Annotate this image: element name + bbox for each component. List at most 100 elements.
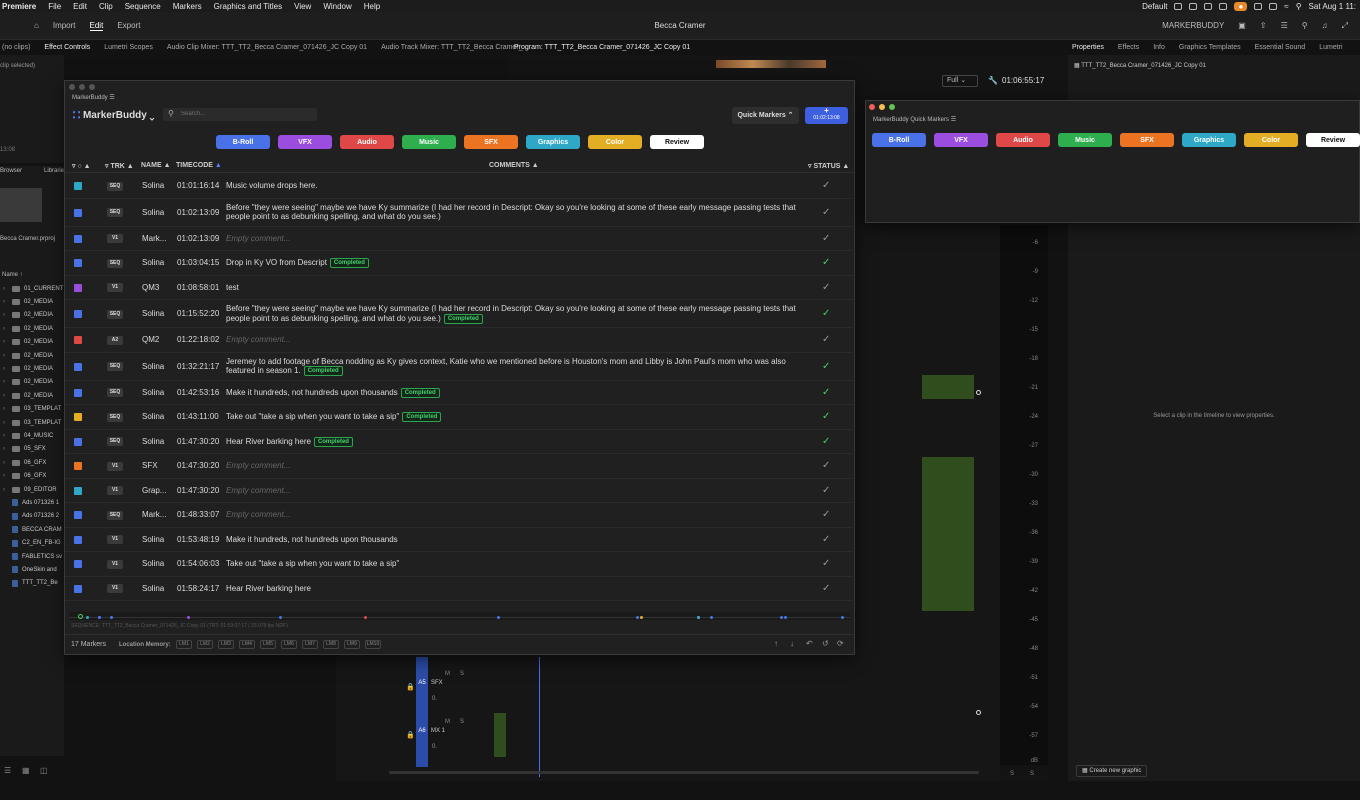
tray-icon[interactable] <box>1269 2 1278 10</box>
chevron-right-icon[interactable]: › <box>0 353 8 359</box>
history-icon[interactable]: ↺ <box>822 639 829 648</box>
marker-comment[interactable]: Before "they were seeing" maybe we have … <box>226 203 796 222</box>
audio-clip[interactable] <box>922 375 974 399</box>
list-item[interactable]: › 02_MEDIA <box>0 362 64 375</box>
marker-color-swatch[interactable] <box>74 283 82 292</box>
list-item[interactable]: › 02_MEDIA <box>0 376 64 389</box>
add-marker-button[interactable]: + 01:02:13:08 <box>805 107 848 124</box>
tab-lumetri-scopes[interactable]: Lumetri Scopes <box>104 44 153 51</box>
marker-comment[interactable]: Empty comment... <box>226 510 796 520</box>
edit-tab[interactable]: Edit <box>89 21 104 31</box>
tab-essential-sound[interactable]: Essential Sound <box>1255 44 1306 51</box>
track-a6-solo[interactable]: S <box>460 719 464 725</box>
location-memory-slot[interactable]: LM2 <box>197 640 213 649</box>
meter-solo-right[interactable]: S <box>1030 771 1034 777</box>
track-a6-volume[interactable]: 0. <box>432 744 437 750</box>
check-icon[interactable]: ✓ <box>822 509 830 520</box>
marker-color-swatch[interactable] <box>74 462 82 471</box>
create-new-graphic-button[interactable]: ▦ Create new graphic <box>1076 765 1148 777</box>
check-icon[interactable]: ✓ <box>822 387 830 398</box>
zoom-icon[interactable] <box>889 104 895 110</box>
chevron-right-icon[interactable]: › <box>0 379 8 385</box>
chevron-right-icon[interactable]: › <box>0 312 8 318</box>
list-item[interactable]: › 06_GFX <box>0 456 64 469</box>
tab-browser[interactable]: Browser <box>0 168 22 174</box>
chevron-right-icon[interactable]: › <box>0 286 8 292</box>
tag-button-color[interactable]: Color <box>1244 133 1298 147</box>
color-filter-icon[interactable]: ▿ ○ ▲ <box>72 162 91 170</box>
marker-timecode[interactable]: 01:15:52:20 <box>177 309 219 318</box>
strip-marker-dot[interactable] <box>783 616 787 619</box>
menu-view[interactable]: View <box>294 2 311 11</box>
meter-solo-left[interactable]: S <box>1010 771 1014 777</box>
tag-button-broll[interactable]: B-Roll <box>872 133 926 147</box>
check-icon[interactable]: ✓ <box>822 257 830 268</box>
table-row[interactable]: V1 Grap... 01:47:30:20 Empty comment... ✓ <box>65 479 853 503</box>
location-memory-slot[interactable]: LM6 <box>281 640 297 649</box>
location-memory-slot[interactable]: LM3 <box>218 640 234 649</box>
tag-button-vfx[interactable]: VFX <box>278 135 332 149</box>
track-a5-solo[interactable]: S <box>460 671 464 677</box>
tab-program[interactable]: Program: TTT_TT2_Becca Cramer_071426_JC … <box>514 44 690 51</box>
strip-marker-dot[interactable] <box>363 616 367 619</box>
marker-timecode[interactable]: 01:32:21:17 <box>177 362 219 371</box>
list-item[interactable]: BECCA CRAM <box>0 523 64 536</box>
list-item[interactable]: Ads 071326 1 <box>0 496 64 509</box>
marker-color-swatch[interactable] <box>74 560 82 569</box>
list-item[interactable]: › 02_MEDIA <box>0 309 64 322</box>
list-item[interactable]: › 02_MEDIA <box>0 389 64 402</box>
marker-name[interactable]: Mark... <box>142 234 172 243</box>
check-icon[interactable]: ✓ <box>822 534 830 545</box>
tab-audio-track-mixer[interactable]: Audio Track Mixer: TTT_TT2_Becca Cramer_ <box>381 44 522 51</box>
arrow-down-icon[interactable]: ↓ <box>790 639 794 648</box>
tray-icon[interactable] <box>1219 2 1228 10</box>
menu-clip[interactable]: Clip <box>99 2 113 11</box>
column-trk[interactable]: ▿ TRK ▲ <box>105 162 134 170</box>
list-item[interactable]: › 04_MUSIC <box>0 429 64 442</box>
tab-properties[interactable]: Properties <box>1072 44 1104 51</box>
marker-name[interactable]: Solina <box>142 584 172 593</box>
menu-sequence[interactable]: Sequence <box>125 2 161 11</box>
wifi-icon[interactable]: ≈ <box>1284 2 1288 11</box>
marker-timeline-strip[interactable] <box>69 612 850 620</box>
marker-name[interactable]: Solina <box>142 208 172 217</box>
app-menu[interactable]: Premiere <box>2 2 36 11</box>
wrench-icon[interactable]: 🔧 <box>988 76 998 85</box>
tab-effect-controls[interactable]: Effect Controls <box>44 44 90 51</box>
list-item[interactable]: › 02_MEDIA <box>0 322 64 335</box>
list-item[interactable]: Ads 071326 2 <box>0 510 64 523</box>
check-icon[interactable]: ✓ <box>822 233 830 244</box>
track-a5-id[interactable]: A5 <box>416 680 428 686</box>
markerbuddy-logo[interactable]: ⛚ MarkerBuddy ⌄ <box>73 110 154 121</box>
menu-help[interactable]: Help <box>364 2 380 11</box>
marker-name[interactable]: Mark... <box>142 510 172 519</box>
marker-timecode[interactable]: 01:08:58:01 <box>177 283 219 292</box>
menu-icon[interactable]: ☰ <box>1281 21 1288 30</box>
table-row[interactable]: SEQ Mark... 01:48:33:07 Empty comment... ✓ <box>65 503 853 528</box>
track-a6-mute[interactable]: M <box>445 719 450 725</box>
table-row[interactable]: V1 Mark... 01:02:13:09 Empty comment... ✓ <box>65 227 853 251</box>
table-row[interactable]: V1 Solina 01:58:24:17 Hear River barking he… <box>65 577 853 601</box>
table-row[interactable]: SEQ Solina 01:15:52:20 Before "they were se… <box>65 300 853 328</box>
marker-comment[interactable]: Empty comment... <box>226 461 796 471</box>
marker-comment[interactable]: Take out "take a sip when you want to ta… <box>226 412 796 423</box>
marker-comment[interactable]: Empty comment... <box>226 486 796 496</box>
strip-marker-dot[interactable] <box>85 616 89 619</box>
tag-button-graphics[interactable]: Graphics <box>526 135 580 149</box>
marker-timecode[interactable]: 01:42:53:16 <box>177 388 219 397</box>
close-icon[interactable] <box>69 84 75 90</box>
check-icon[interactable]: ✓ <box>822 558 830 569</box>
check-icon[interactable]: ✓ <box>822 308 830 319</box>
list-item[interactable]: › 03_TEMPLAT <box>0 403 64 416</box>
marker-color-swatch[interactable] <box>74 413 82 422</box>
audio-clip[interactable] <box>494 713 506 757</box>
import-tab[interactable]: Import <box>53 21 76 30</box>
marker-timecode[interactable]: 01:43:11:00 <box>177 412 219 421</box>
chevron-right-icon[interactable]: › <box>0 487 8 493</box>
location-memory-slot[interactable]: LM1 <box>176 640 192 649</box>
table-row[interactable]: V1 QM3 01:08:58:01 test ✓ <box>65 276 853 300</box>
tray-icon[interactable] <box>1174 2 1183 10</box>
table-row[interactable]: SEQ Solina 01:01:16:14 Music volume drops h… <box>65 174 853 199</box>
list-item[interactable]: › 02_MEDIA <box>0 336 64 349</box>
check-icon[interactable]: ✓ <box>822 460 830 471</box>
